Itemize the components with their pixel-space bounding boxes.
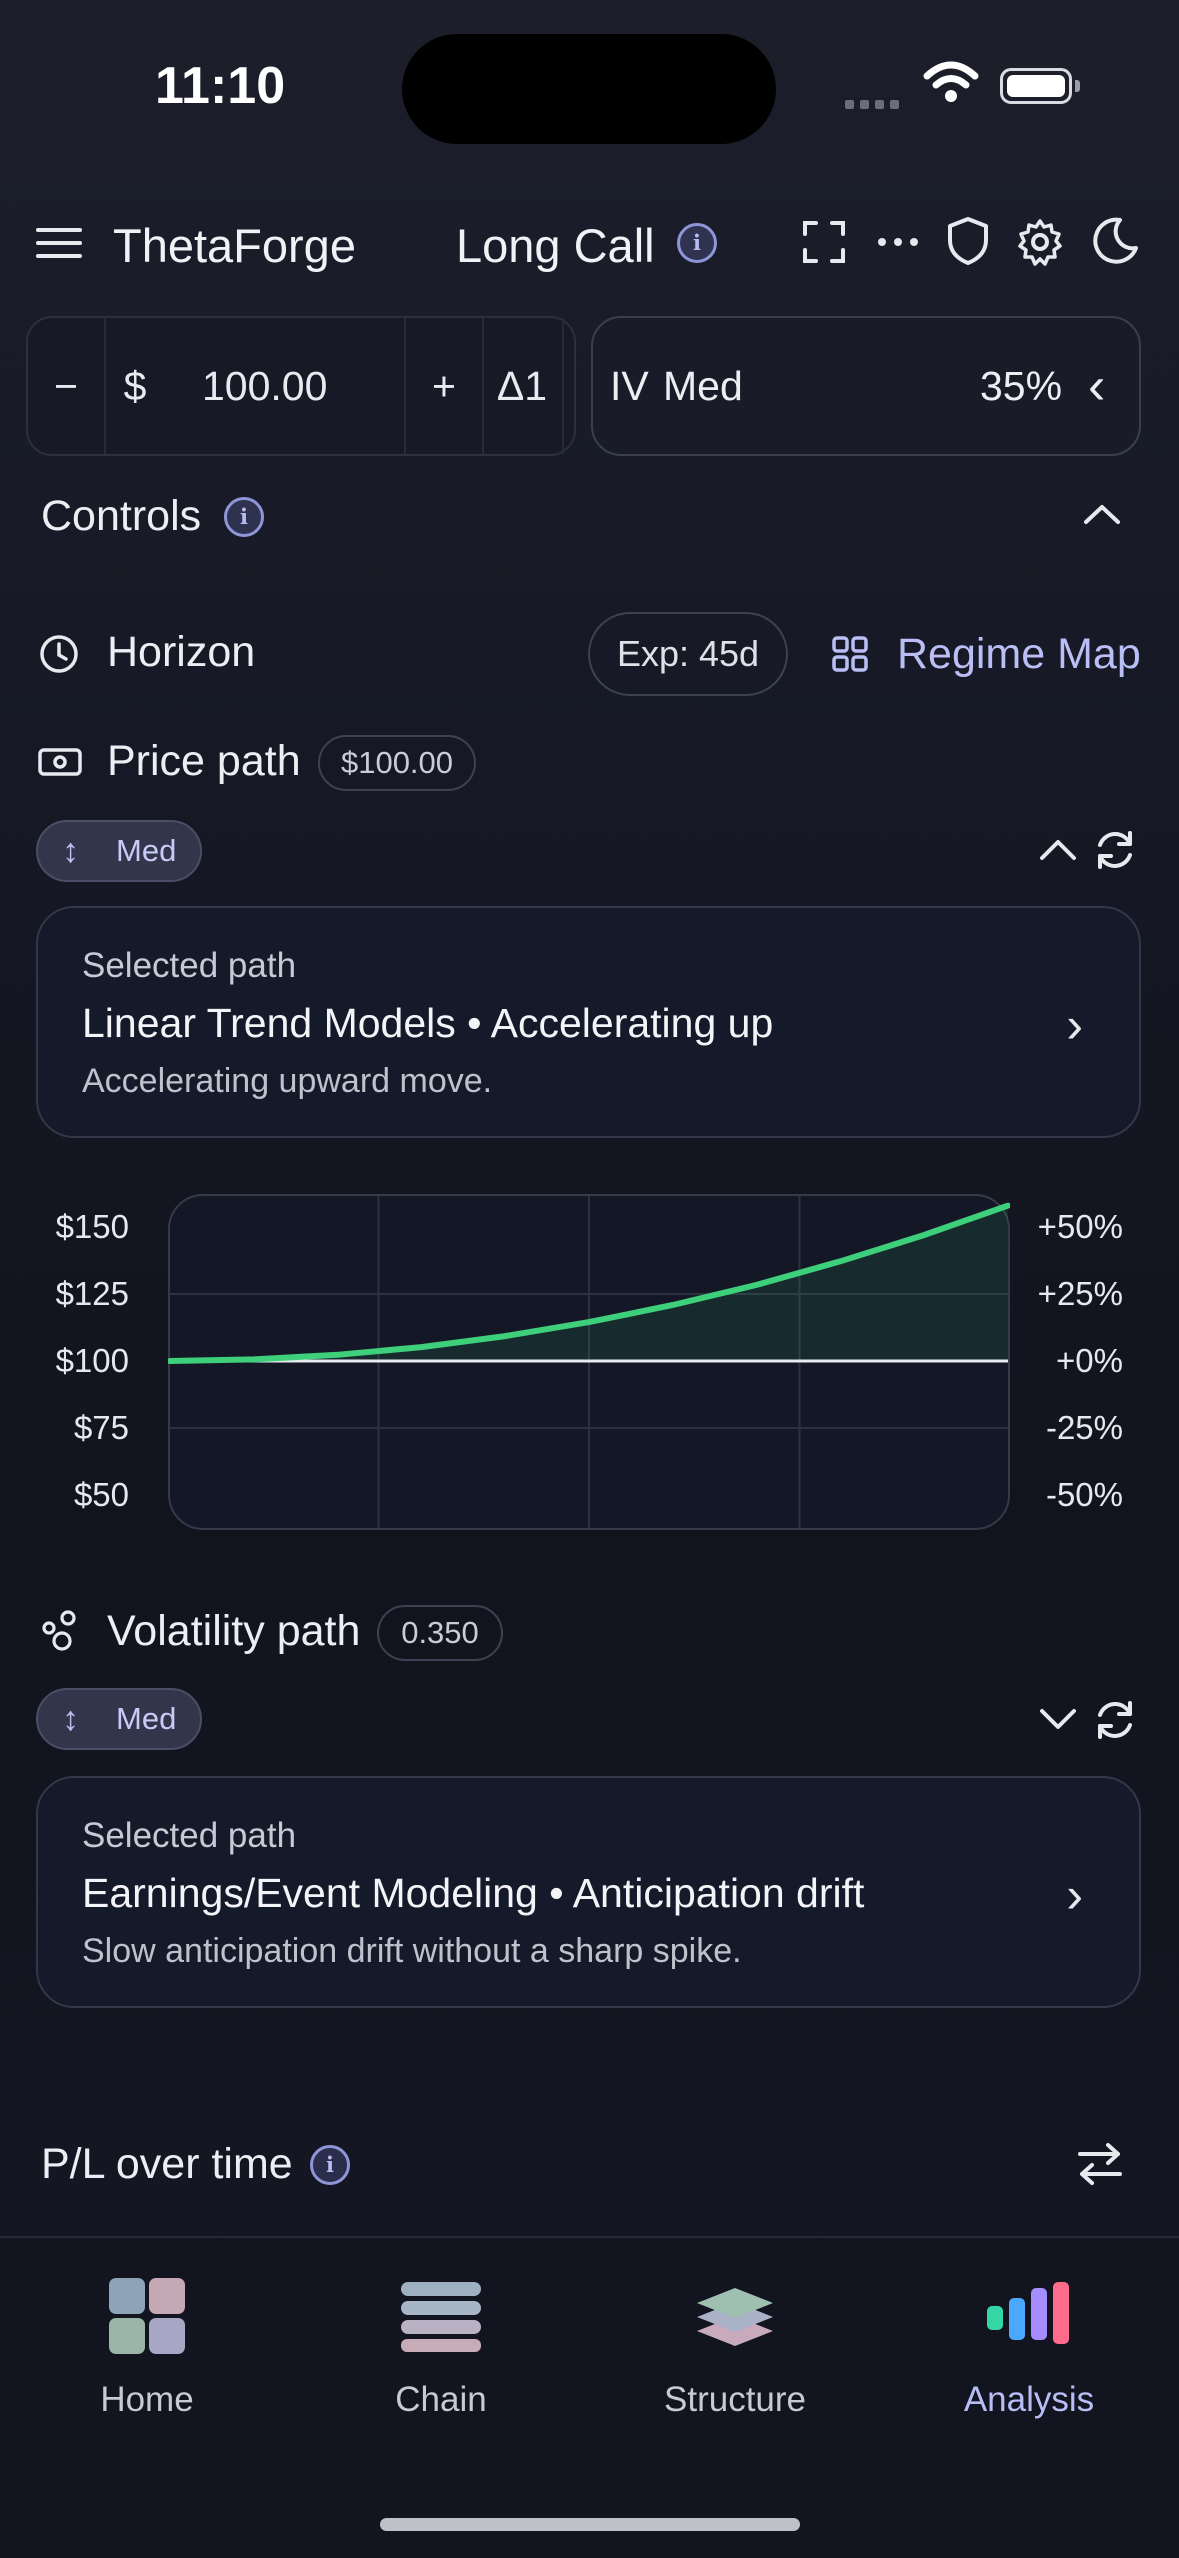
y-tick-left: $50	[73, 1476, 129, 1513]
decrement-button[interactable]: −	[28, 318, 104, 454]
swap-arrows-icon[interactable]	[1076, 2142, 1124, 2186]
strategy-info-icon[interactable]: i	[677, 223, 717, 263]
strategy-title[interactable]: Long Call	[456, 218, 655, 273]
tab-label-active: Analysis	[963, 2380, 1095, 2419]
y-tick-right: -50%	[1045, 1476, 1123, 1513]
selected-path-title: Linear Trend Models • Accelerating up	[82, 1000, 774, 1046]
clock-icon	[40, 635, 78, 673]
status-time: 11:10	[155, 57, 286, 115]
chain-stack-icon	[401, 2282, 481, 2352]
chevron-right-icon: ›	[1066, 997, 1083, 1053]
fullscreen-icon[interactable]	[802, 220, 846, 264]
volatility-value-badge: 0.350	[377, 1605, 503, 1661]
wifi-icon	[923, 61, 979, 102]
selected-path-title: Earnings/Event Modeling • Anticipation d…	[82, 1870, 865, 1916]
bubbles-icon	[42, 1610, 76, 1651]
chevron-up-icon[interactable]	[1082, 502, 1122, 526]
y-tick-left: $150	[55, 1208, 129, 1245]
price-input[interactable]: 100.00	[164, 318, 414, 454]
cash-icon	[38, 748, 82, 776]
home-grid-icon	[109, 2278, 185, 2354]
y-tick-right: +0%	[1056, 1342, 1123, 1379]
dark-mode-moon-icon[interactable]	[1090, 216, 1140, 266]
up-down-arrow-icon: ↕	[62, 832, 79, 870]
chevron-down-icon[interactable]	[1038, 1706, 1078, 1732]
selected-path-key: Selected path	[82, 1816, 297, 1855]
price-stepper: − $ 100.00 + Δ1	[26, 316, 576, 456]
selected-path-description: Accelerating upward move.	[82, 1062, 493, 1100]
cellular-signal-icon	[845, 96, 905, 114]
price-path-level-pill[interactable]: ↕ Med	[36, 820, 202, 882]
selected-path-description: Slow anticipation drift without a sharp …	[82, 1932, 742, 1970]
expiry-button[interactable]: Exp: 45d	[588, 612, 788, 696]
y-tick-left: $125	[55, 1275, 129, 1312]
structure-layers-icon	[697, 2288, 773, 2346]
refresh-icon[interactable]	[1092, 1697, 1138, 1743]
price-path-card[interactable]: Selected path Linear Trend Models • Acce…	[36, 906, 1141, 1138]
chevron-left-icon[interactable]: ‹	[1088, 318, 1105, 454]
increment-button[interactable]: +	[406, 318, 482, 454]
chevron-right-icon: ›	[1066, 1867, 1083, 1923]
iv-level: Med	[663, 363, 743, 409]
gear-icon[interactable]	[1016, 218, 1064, 266]
iv-label: IV	[610, 363, 649, 409]
up-down-arrow-icon: ↕	[62, 1700, 79, 1738]
volatility-level-pill[interactable]: ↕ Med	[36, 1688, 202, 1750]
chevron-up-icon[interactable]	[1038, 836, 1078, 862]
tab-label: Home	[100, 2380, 194, 2419]
more-icon[interactable]	[876, 236, 920, 248]
shield-icon[interactable]	[946, 216, 990, 266]
currency-symbol: $	[123, 363, 147, 409]
tab-label: Structure	[664, 2380, 806, 2419]
controls-title: Controls	[41, 492, 202, 540]
battery-tip	[1075, 80, 1080, 92]
price-path-chart[interactable]	[168, 1194, 1010, 1530]
y-tick-left: $100	[55, 1342, 129, 1379]
battery-icon	[1000, 68, 1072, 104]
selected-path-key: Selected path	[82, 946, 297, 985]
tab-label: Chain	[395, 2380, 487, 2419]
volatility-path-label: Volatility path	[107, 1607, 361, 1655]
home-indicator	[380, 2518, 800, 2531]
controls-info-icon[interactable]: i	[224, 497, 264, 537]
horizon-label: Horizon	[107, 628, 256, 676]
iv-value: 35%	[980, 363, 1063, 409]
analysis-bars-icon	[987, 2282, 1069, 2344]
price-path-value-badge: $100.00	[318, 735, 476, 791]
volatility-path-card[interactable]: Selected path Earnings/Event Modeling • …	[36, 1776, 1141, 2008]
hamburger-menu-icon[interactable]	[36, 228, 82, 258]
grid-icon[interactable]	[832, 636, 868, 672]
app-title: ThetaForge	[113, 219, 356, 272]
pl-over-time-title: P/L over time	[41, 2140, 293, 2188]
regime-map-link[interactable]: Regime Map	[897, 630, 1141, 679]
dynamic-island	[402, 34, 776, 144]
iv-selector[interactable]: IV Med 35% ‹	[591, 316, 1141, 456]
y-tick-right: +25%	[1037, 1275, 1123, 1312]
pl-info-icon[interactable]: i	[310, 2145, 350, 2185]
y-tick-right: +50%	[1037, 1208, 1123, 1245]
refresh-icon[interactable]	[1092, 827, 1138, 873]
price-path-label: Price path	[107, 737, 301, 785]
delta-step-button[interactable]: Δ1	[484, 318, 560, 454]
y-tick-right: -25%	[1045, 1409, 1123, 1446]
y-tick-left: $75	[73, 1409, 129, 1446]
